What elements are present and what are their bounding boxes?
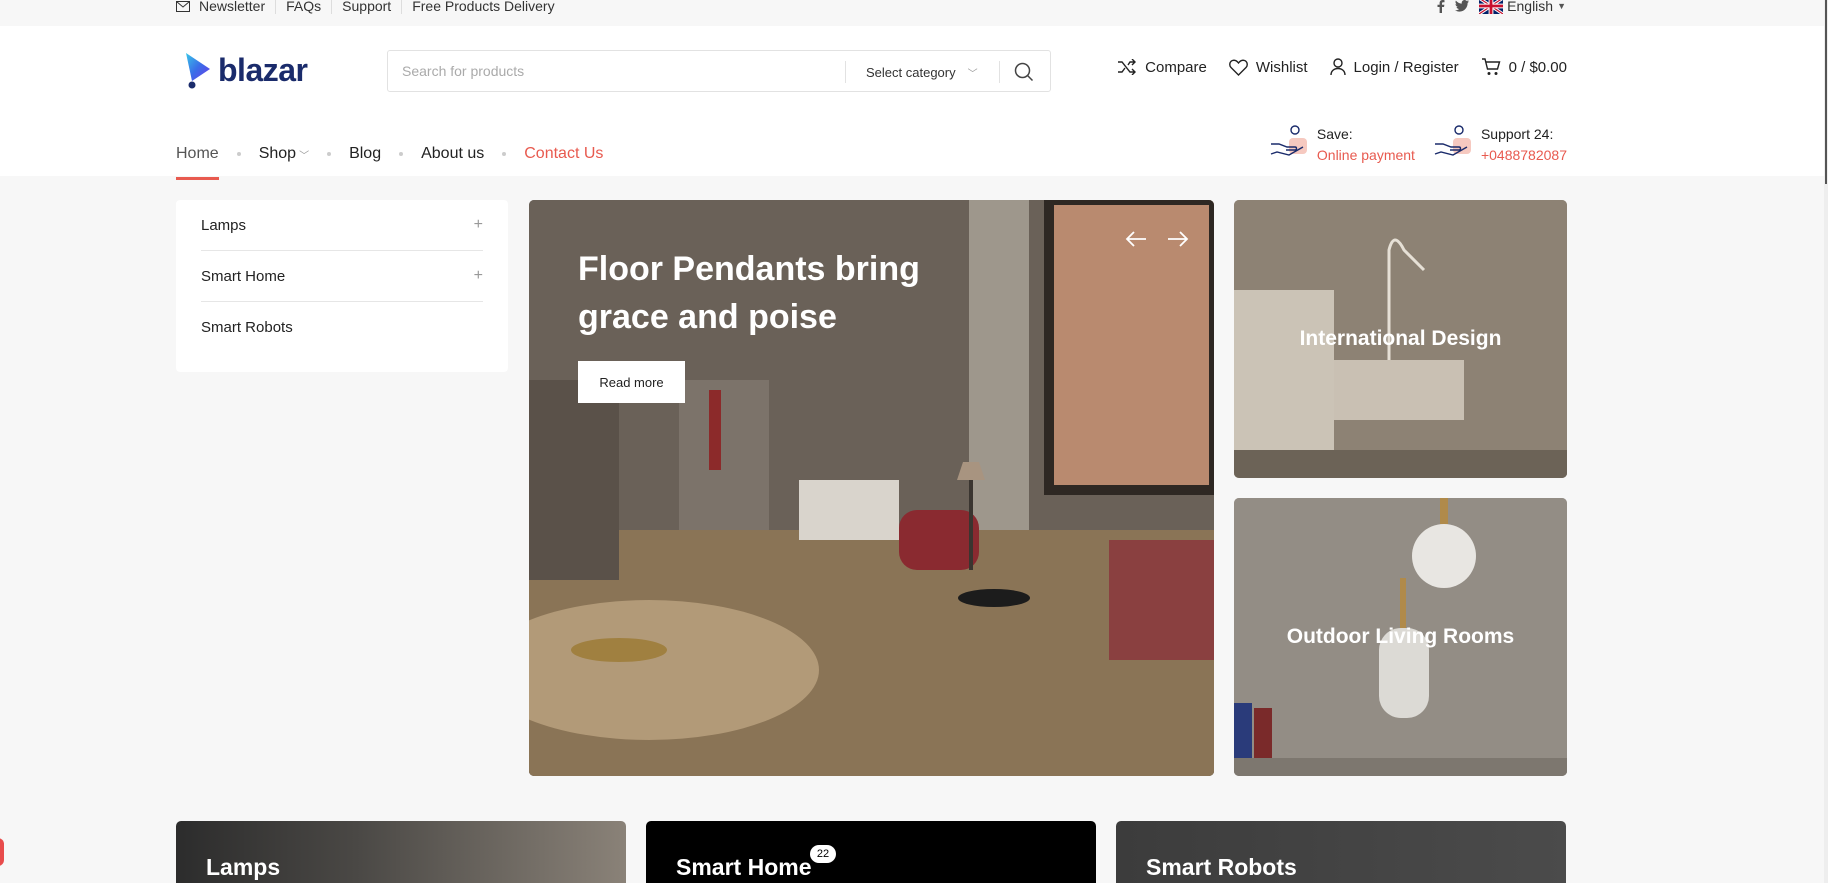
header: blazar Select category ﹀ Compare Wishlis… [0,26,1828,180]
divider [331,0,333,14]
wishlist-button[interactable]: Wishlist [1228,58,1308,76]
sidebar-item-smart-home[interactable]: Smart Home + [201,251,483,302]
mail-icon [176,0,190,12]
category-sidebar: Lamps + Smart Home + Smart Robots [176,200,508,372]
header-promos: Save: Online payment Support 24: +048878… [1269,124,1567,166]
logo[interactable]: blazar [184,50,308,90]
international-design-card[interactable]: International Design [1234,200,1567,478]
count-badge: 22 [810,845,836,863]
category-card-lamps[interactable]: Lamps [176,821,626,883]
search-icon[interactable] [1014,62,1034,82]
cart-total: 0 / $0.00 [1508,58,1567,76]
search-bar: Select category ﹀ [387,50,1051,92]
compare-button[interactable]: Compare [1117,59,1207,76]
promo-label: Support 24: [1480,126,1554,142]
divider [275,0,277,14]
category-title: Lamps [206,854,281,880]
newsletter-label: Newsletter [199,0,266,14]
faqs-link[interactable]: FAQs [286,0,321,14]
login-label: Login / Register [1353,58,1459,76]
nav-separator [502,152,507,156]
shuffle-icon [1118,59,1137,75]
newsletter-link[interactable]: Newsletter [176,0,265,14]
nav-label: Home [176,145,219,162]
outdoor-living-rooms-card[interactable]: Outdoor Living Rooms [1234,498,1567,776]
read-more-button[interactable]: Read more [578,361,685,403]
chevron-down-icon: ﹀ [967,68,978,80]
hero-title: Floor Pendants bring grace and poise [578,250,920,336]
nav-separator [399,152,404,156]
sidebar-item-lamps[interactable]: Lamps + [201,200,483,251]
cart-icon [1481,58,1501,75]
header-actions: Compare Wishlist Login / Register 0 / $0… [1117,58,1567,76]
chevron-down-icon: ﹀ [299,150,310,162]
promo-label: Save: [1316,126,1353,142]
promo-save: Save: Online payment [1269,124,1415,166]
sidebar-item-label: Smart Home [201,267,286,285]
cart-button[interactable]: 0 / $0.00 [1481,58,1567,76]
promo-value: Online payment [1316,147,1415,163]
sidebar-item-label: Smart Robots [201,319,293,336]
promo-value[interactable]: +0488782087 [1481,145,1567,166]
facebook-icon[interactable] [1437,0,1445,13]
language-select[interactable]: English ▼ [1479,0,1566,14]
category-label: Select category [866,64,956,80]
sidebar-item-label: Lamps [201,216,247,234]
floating-action-button[interactable] [0,838,4,866]
nav-item-contact[interactable]: Contact Us [524,136,603,172]
free-delivery-link[interactable]: Free Products Delivery [412,0,554,14]
arrow-right-icon[interactable] [1167,230,1189,248]
nav-separator [327,152,332,156]
arrow-left-icon[interactable] [1125,230,1147,248]
user-icon [1329,58,1346,76]
sidebar-item-smart-robots[interactable]: Smart Robots [201,302,483,353]
wishlist-label: Wishlist [1255,58,1308,76]
logo-text: blazar [218,51,308,88]
main-nav: Home Shop ﹀ Blog About us Contact Us [176,136,603,180]
promo-support: Support 24: +0488782087 [1433,124,1567,166]
support-link[interactable]: Support [342,0,391,14]
language-label: English [1507,0,1554,14]
divider [401,0,403,14]
heart-icon [1228,59,1248,76]
category-title: Smart Home [676,854,812,880]
top-bar: Newsletter FAQs Support Free Products De… [0,0,1828,26]
caret-down-icon: ▼ [1557,1,1566,11]
top-right: English ▼ [1437,0,1566,14]
hero-slider[interactable]: Floor Pendants bring grace and poise Rea… [529,200,1214,776]
category-select[interactable]: Select category ﹀ [845,61,1000,83]
login-register-button[interactable]: Login / Register [1329,58,1459,76]
search-input[interactable] [402,51,852,91]
category-title: Smart Robots [1146,854,1297,880]
hand-coin-icon [1270,125,1307,156]
top-links: Newsletter FAQs Support Free Products De… [176,0,555,14]
nav-item-blog[interactable]: Blog [349,136,381,172]
nav-item-about[interactable]: About us [421,136,484,172]
compare-label: Compare [1145,58,1207,76]
nav-label: Blog [349,145,382,162]
nav-label: Contact Us [524,145,604,162]
plus-icon[interactable]: + [474,267,483,285]
hand-coin-icon [1434,125,1471,156]
nav-label: About us [421,145,485,162]
plus-icon[interactable]: + [474,216,483,234]
card-title: International Design [1299,327,1502,350]
category-card-smart-home[interactable]: Smart Home 22 [646,821,1096,883]
slider-arrows [1125,230,1189,248]
card-title: Outdoor Living Rooms [1286,625,1515,648]
twitter-icon[interactable] [1455,0,1470,12]
nav-separator [236,152,241,156]
nav-item-shop[interactable]: Shop ﹀ [259,136,309,172]
category-card-smart-robots[interactable]: Smart Robots [1116,821,1566,883]
uk-flag-icon [1479,0,1504,14]
nav-item-home[interactable]: Home [176,136,219,180]
nav-label: Shop [258,145,297,162]
scrollbar-thumb[interactable] [1825,0,1827,184]
logo-mark-icon [186,53,210,89]
